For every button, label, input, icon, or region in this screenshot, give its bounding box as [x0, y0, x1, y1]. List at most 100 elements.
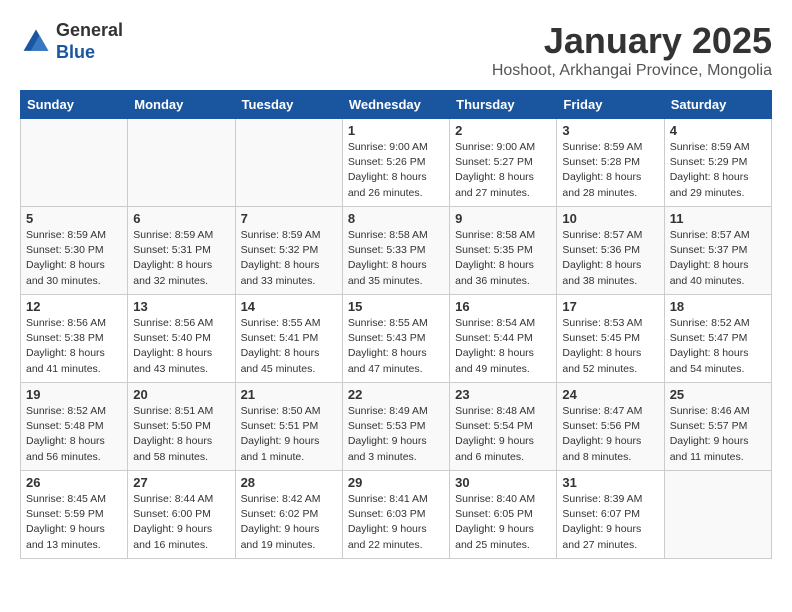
calendar-body: 1 Sunrise: 9:00 AM Sunset: 5:26 PM Daylig… [21, 119, 772, 559]
day-info: Sunrise: 8:56 AM Sunset: 5:40 PM Dayligh… [133, 316, 229, 377]
day-number: 22 [348, 387, 444, 402]
calendar-cell: 16Sunrise: 8:54 AM Sunset: 5:44 PM Dayli… [450, 295, 557, 383]
day-number: 7 [241, 211, 337, 226]
day-number: 11 [670, 211, 766, 226]
day-number: 13 [133, 299, 229, 314]
calendar-cell: 28 Sunrise: 8:42 AM Sunset: 6:02 PM Dayli… [235, 471, 342, 559]
day-info: Sunrise: 8:39 AM Sunset: 6:07 PM Dayligh… [562, 492, 658, 553]
weekday-header-tuesday: Tuesday [235, 91, 342, 119]
month-title: January 2025 [492, 20, 772, 62]
day-number: 30 [455, 475, 551, 490]
calendar-cell [235, 119, 342, 207]
calendar-cell: 5 Sunrise: 8:59 AM Sunset: 5:30 PM Daylig… [21, 207, 128, 295]
day-info: Sunrise: 8:49 AM Sunset: 5:53 PM Dayligh… [348, 404, 444, 465]
calendar-cell: 10 Sunrise: 8:57 AM Sunset: 5:36 PM Dayli… [557, 207, 664, 295]
calendar-cell: 27Sunrise: 8:44 AM Sunset: 6:00 PM Dayli… [128, 471, 235, 559]
calendar-week-row: 5 Sunrise: 8:59 AM Sunset: 5:30 PM Daylig… [21, 207, 772, 295]
day-info: Sunrise: 8:59 AM Sunset: 5:29 PM Dayligh… [670, 140, 766, 201]
calendar-cell: 14 Sunrise: 8:55 AM Sunset: 5:41 PM Dayli… [235, 295, 342, 383]
day-info: Sunrise: 8:44 AM Sunset: 6:00 PM Dayligh… [133, 492, 229, 553]
calendar-cell: 7Sunrise: 8:59 AM Sunset: 5:32 PM Daylig… [235, 207, 342, 295]
day-number: 31 [562, 475, 658, 490]
day-number: 15 [348, 299, 444, 314]
calendar-cell: 18Sunrise: 8:52 AM Sunset: 5:47 PM Dayli… [664, 295, 771, 383]
day-number: 19 [26, 387, 122, 402]
day-info: Sunrise: 8:52 AM Sunset: 5:48 PM Dayligh… [26, 404, 122, 465]
calendar-cell: 26 Sunrise: 8:45 AM Sunset: 5:59 PM Dayli… [21, 471, 128, 559]
logo-general: General [56, 20, 123, 42]
weekday-header-sunday: Sunday [21, 91, 128, 119]
day-info: Sunrise: 9:00 AM Sunset: 5:26 PM Dayligh… [348, 140, 444, 201]
day-number: 21 [241, 387, 337, 402]
day-number: 20 [133, 387, 229, 402]
calendar-cell: 22 Sunrise: 8:49 AM Sunset: 5:53 PM Dayli… [342, 383, 449, 471]
day-number: 5 [26, 211, 122, 226]
day-info: Sunrise: 8:46 AM Sunset: 5:57 PM Dayligh… [670, 404, 766, 465]
day-number: 25 [670, 387, 766, 402]
day-info: Sunrise: 8:57 AM Sunset: 5:37 PM Dayligh… [670, 228, 766, 289]
day-info: Sunrise: 8:53 AM Sunset: 5:45 PM Dayligh… [562, 316, 658, 377]
day-info: Sunrise: 8:51 AM Sunset: 5:50 PM Dayligh… [133, 404, 229, 465]
day-number: 16 [455, 299, 551, 314]
day-number: 1 [348, 123, 444, 138]
day-info: Sunrise: 8:58 AM Sunset: 5:33 PM Dayligh… [348, 228, 444, 289]
calendar-header-row: SundayMondayTuesdayWednesdayThursdayFrid… [21, 91, 772, 119]
day-number: 24 [562, 387, 658, 402]
calendar-cell: 4 Sunrise: 8:59 AM Sunset: 5:29 PM Daylig… [664, 119, 771, 207]
logo-icon [20, 26, 52, 58]
calendar-cell: 12Sunrise: 8:56 AM Sunset: 5:38 PM Dayli… [21, 295, 128, 383]
calendar-cell: 2 Sunrise: 9:00 AM Sunset: 5:27 PM Daylig… [450, 119, 557, 207]
calendar-cell: 1 Sunrise: 9:00 AM Sunset: 5:26 PM Daylig… [342, 119, 449, 207]
calendar-cell: 9 Sunrise: 8:58 AM Sunset: 5:35 PM Daylig… [450, 207, 557, 295]
day-number: 4 [670, 123, 766, 138]
calendar-cell: 29Sunrise: 8:41 AM Sunset: 6:03 PM Dayli… [342, 471, 449, 559]
calendar-cell: 8 Sunrise: 8:58 AM Sunset: 5:33 PM Daylig… [342, 207, 449, 295]
day-info: Sunrise: 8:47 AM Sunset: 5:56 PM Dayligh… [562, 404, 658, 465]
day-info: Sunrise: 8:48 AM Sunset: 5:54 PM Dayligh… [455, 404, 551, 465]
day-number: 12 [26, 299, 122, 314]
day-number: 28 [241, 475, 337, 490]
day-number: 9 [455, 211, 551, 226]
day-info: Sunrise: 8:59 AM Sunset: 5:28 PM Dayligh… [562, 140, 658, 201]
logo-text: General Blue [56, 20, 123, 63]
day-info: Sunrise: 8:42 AM Sunset: 6:02 PM Dayligh… [241, 492, 337, 553]
day-number: 18 [670, 299, 766, 314]
day-info: Sunrise: 8:59 AM Sunset: 5:30 PM Dayligh… [26, 228, 122, 289]
day-info: Sunrise: 8:50 AM Sunset: 5:51 PM Dayligh… [241, 404, 337, 465]
day-number: 2 [455, 123, 551, 138]
calendar-week-row: 26 Sunrise: 8:45 AM Sunset: 5:59 PM Dayli… [21, 471, 772, 559]
day-info: Sunrise: 8:57 AM Sunset: 5:36 PM Dayligh… [562, 228, 658, 289]
calendar-cell: 23Sunrise: 8:48 AM Sunset: 5:54 PM Dayli… [450, 383, 557, 471]
day-info: Sunrise: 8:59 AM Sunset: 5:31 PM Dayligh… [133, 228, 229, 289]
calendar-cell: 19 Sunrise: 8:52 AM Sunset: 5:48 PM Dayli… [21, 383, 128, 471]
calendar-cell: 3 Sunrise: 8:59 AM Sunset: 5:28 PM Daylig… [557, 119, 664, 207]
location-title: Hoshoot, Arkhangai Province, Mongolia [492, 62, 772, 80]
calendar-week-row: 12Sunrise: 8:56 AM Sunset: 5:38 PM Dayli… [21, 295, 772, 383]
calendar-cell [21, 119, 128, 207]
day-number: 29 [348, 475, 444, 490]
day-number: 8 [348, 211, 444, 226]
day-info: Sunrise: 8:58 AM Sunset: 5:35 PM Dayligh… [455, 228, 551, 289]
calendar-cell: 24 Sunrise: 8:47 AM Sunset: 5:56 PM Dayli… [557, 383, 664, 471]
logo: General Blue [20, 20, 123, 63]
calendar-cell: 21 Sunrise: 8:50 AM Sunset: 5:51 PM Dayli… [235, 383, 342, 471]
day-info: Sunrise: 8:55 AM Sunset: 5:41 PM Dayligh… [241, 316, 337, 377]
calendar-cell: 25 Sunrise: 8:46 AM Sunset: 5:57 PM Dayli… [664, 383, 771, 471]
header: General Blue January 2025 Hoshoot, Arkha… [20, 20, 772, 80]
day-info: Sunrise: 9:00 AM Sunset: 5:27 PM Dayligh… [455, 140, 551, 201]
calendar-cell: 17 Sunrise: 8:53 AM Sunset: 5:45 PM Dayli… [557, 295, 664, 383]
day-info: Sunrise: 8:55 AM Sunset: 5:43 PM Dayligh… [348, 316, 444, 377]
calendar-cell [664, 471, 771, 559]
day-number: 6 [133, 211, 229, 226]
calendar-week-row: 19 Sunrise: 8:52 AM Sunset: 5:48 PM Dayli… [21, 383, 772, 471]
day-number: 3 [562, 123, 658, 138]
day-number: 14 [241, 299, 337, 314]
day-info: Sunrise: 8:45 AM Sunset: 5:59 PM Dayligh… [26, 492, 122, 553]
day-number: 10 [562, 211, 658, 226]
calendar-cell [128, 119, 235, 207]
day-number: 17 [562, 299, 658, 314]
calendar-table: SundayMondayTuesdayWednesdayThursdayFrid… [20, 90, 772, 559]
day-number: 26 [26, 475, 122, 490]
weekday-header-wednesday: Wednesday [342, 91, 449, 119]
calendar-cell: 30Sunrise: 8:40 AM Sunset: 6:05 PM Dayli… [450, 471, 557, 559]
